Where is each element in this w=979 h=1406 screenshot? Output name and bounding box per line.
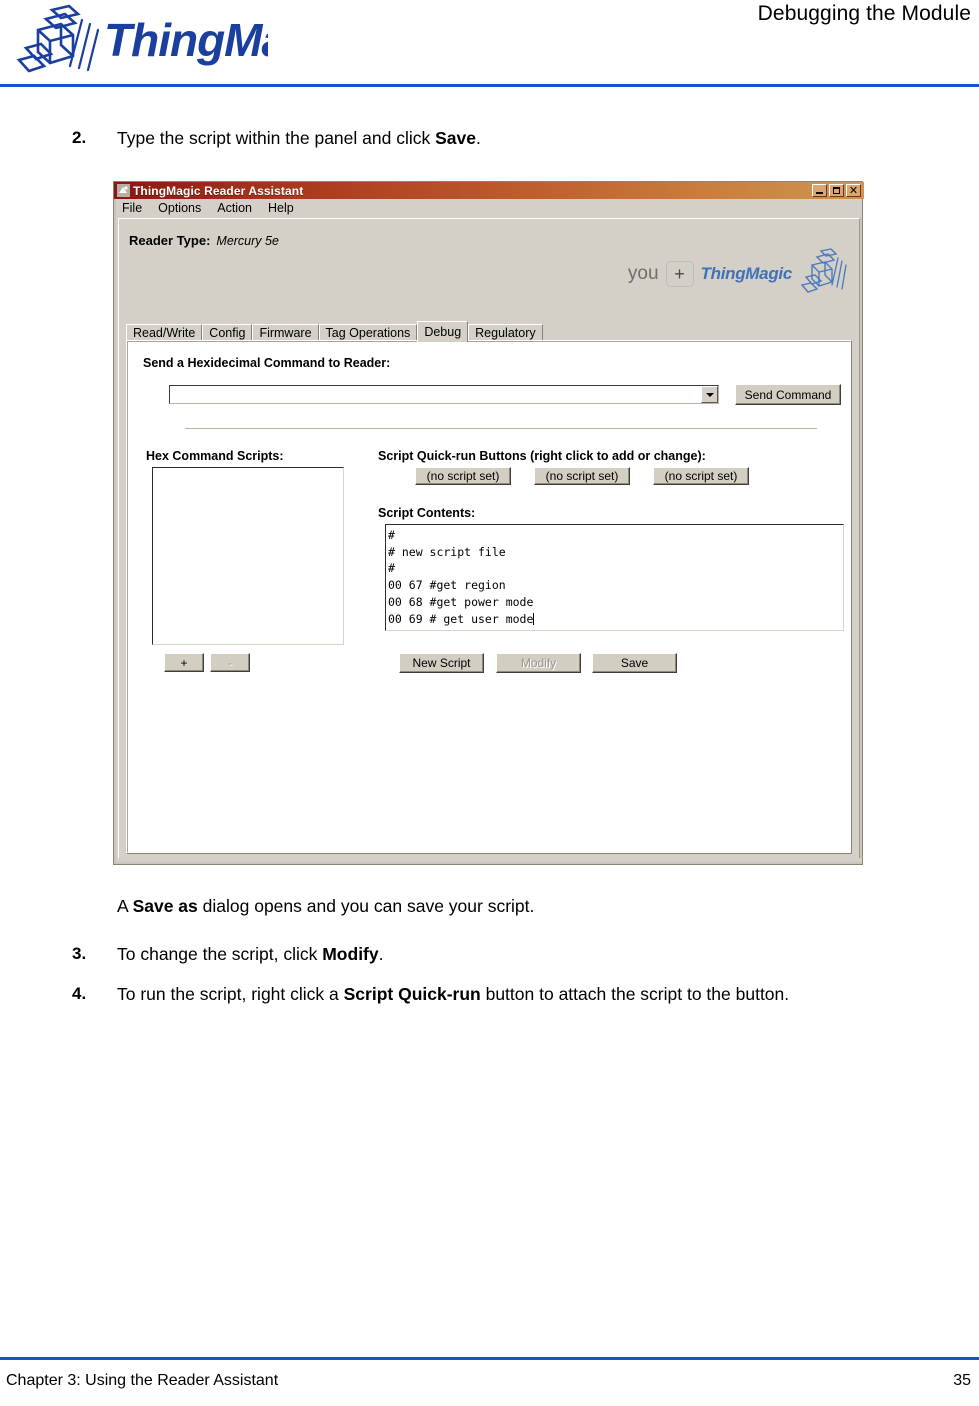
new-script-button[interactable]: New Script — [399, 653, 484, 673]
step-3-text-before: To change the script, click — [117, 944, 323, 964]
quickrun-button-1[interactable]: (no script set) — [415, 467, 511, 485]
quickrun-button-3[interactable]: (no script set) — [653, 467, 749, 485]
tab-debug[interactable]: Debug — [417, 321, 469, 342]
svg-text:ThingMagic: ThingMagic — [104, 14, 268, 66]
thingmagic-logo: ThingMagic — [8, 4, 268, 80]
maximize-button[interactable] — [829, 184, 844, 197]
chevron-down-icon — [705, 392, 714, 397]
footer-page-number: 35 — [953, 1372, 971, 1389]
step-3-text-bold: Modify — [322, 944, 379, 964]
add-script-button[interactable]: + — [164, 653, 204, 672]
menu-item-file[interactable]: File — [122, 201, 142, 215]
quickrun-label: Script Quick-run Buttons (right click to… — [378, 449, 706, 463]
script-contents-label: Script Contents: — [378, 506, 476, 520]
window-bottom-edge — [116, 858, 862, 862]
step-2-text-after: . — [475, 128, 481, 148]
close-icon: ✕ — [848, 184, 859, 197]
result-note: A Save as dialog opens and you can save … — [117, 896, 534, 917]
window-titlebar[interactable]: ThingMagic Reader Assistant ✕ — [114, 182, 864, 199]
window-title: ThingMagic Reader Assistant — [133, 183, 304, 198]
hex-command-label: Send a Hexidecimal Command to Reader: — [143, 356, 391, 370]
result-note-after: dialog opens and you can save your scrip… — [197, 896, 535, 916]
menu-item-options[interactable]: Options — [158, 201, 201, 215]
hex-command-dropdown-button[interactable] — [701, 386, 718, 403]
section-divider — [185, 428, 817, 429]
tabstrip: Read/Write Config Firmware Tag Operation… — [126, 321, 852, 342]
script-line: 00 67 #get region — [388, 578, 506, 593]
step-4-text: To run the script, right click a Script … — [117, 984, 789, 1005]
window-menubar: File Options Action Help — [116, 199, 862, 217]
step-4-number: 4. — [72, 984, 87, 1003]
hex-command-combobox[interactable] — [169, 385, 719, 405]
reader-type-value: Mercury 5e — [216, 234, 279, 248]
script-line: 00 68 #get power mode — [388, 594, 534, 609]
tab-read-write[interactable]: Read/Write — [126, 324, 203, 341]
step-3-text: To change the script, click Modify. — [117, 944, 384, 965]
script-line-last-text: 00 69 # get user mode — [388, 611, 534, 626]
you-plus-thingmagic-branding: you + ThingMagic — [628, 247, 851, 301]
footer-chapter: Chapter 3: Using the Reader Assistant — [6, 1372, 279, 1389]
step-4-text-after: button to attach the script to the butto… — [480, 984, 790, 1004]
tab-firmware[interactable]: Firmware — [252, 324, 319, 341]
maximize-icon — [833, 187, 840, 194]
quickrun-button-2[interactable]: (no script set) — [534, 467, 630, 485]
reader-assistant-window: ThingMagic Reader Assistant ✕ File Optio… — [113, 181, 864, 865]
reader-type-label: Reader Type: — [129, 233, 211, 248]
close-button[interactable]: ✕ — [846, 184, 861, 197]
step-2-text-before: Type the script within the panel and cli… — [117, 128, 436, 148]
text-caret — [533, 612, 535, 625]
hex-scripts-label: Hex Command Scripts: — [146, 449, 284, 463]
step-3-text-after: . — [378, 944, 384, 964]
branding-thingmagic-label: ThingMagic — [700, 264, 793, 283]
branding-plus-icon: + — [665, 261, 694, 287]
footer-divider — [0, 1357, 979, 1360]
script-line-last: 00 69 # get user mode — [388, 611, 843, 628]
thingmagic-logo-icon: ThingMagic — [16, 4, 268, 73]
minimize-button[interactable] — [812, 184, 827, 197]
remove-script-button[interactable]: - — [210, 653, 250, 672]
step-2-text: Type the script within the panel and cli… — [117, 128, 481, 149]
result-note-bold: Save as — [132, 896, 198, 916]
step-3-number: 3. — [72, 944, 87, 963]
page-header-title: Debugging the Module — [757, 2, 971, 25]
debug-tab-panel-inner: Send a Hexidecimal Command to Reader: Se… — [127, 341, 851, 853]
save-script-button[interactable]: Save — [592, 653, 677, 673]
hex-scripts-listbox[interactable] — [152, 467, 344, 645]
branding-you-label: you — [627, 263, 659, 284]
step-2-number: 2. — [72, 128, 87, 147]
step-4-text-bold: Script Quick-run — [343, 984, 481, 1004]
menu-item-action[interactable]: Action — [217, 201, 252, 215]
script-line: # — [388, 561, 395, 576]
window-controls: ✕ — [812, 184, 861, 197]
step-4-text-before: To run the script, right click a — [117, 984, 344, 1004]
modify-script-button[interactable]: Modify — [496, 653, 581, 673]
send-command-button[interactable]: Send Command — [735, 384, 841, 405]
tab-config[interactable]: Config — [202, 324, 253, 341]
minimize-icon — [816, 192, 823, 194]
tab-regulatory[interactable]: Regulatory — [468, 324, 543, 341]
reader-type-row: Reader Type: Mercury 5e — [129, 233, 279, 248]
step-2-text-bold: Save — [435, 128, 476, 148]
script-contents-textarea[interactable]: # # new script file # 00 67 #get region … — [385, 524, 844, 631]
hex-command-input[interactable] — [170, 386, 701, 405]
tab-tag-operations[interactable]: Tag Operations — [318, 324, 418, 341]
result-note-before: A — [117, 896, 133, 916]
window-client-area: Reader Type: Mercury 5e you + ThingMagic — [118, 218, 860, 862]
app-icon — [117, 184, 130, 197]
header-divider — [0, 84, 979, 87]
menu-item-help[interactable]: Help — [268, 201, 294, 215]
script-line: # new script file — [388, 544, 506, 559]
script-line: # — [388, 528, 395, 542]
branding-cube-icon — [800, 248, 847, 293]
debug-tab-panel: Send a Hexidecimal Command to Reader: Se… — [126, 340, 852, 854]
page-header: ThingMagic Debugging the Module — [0, 0, 979, 87]
